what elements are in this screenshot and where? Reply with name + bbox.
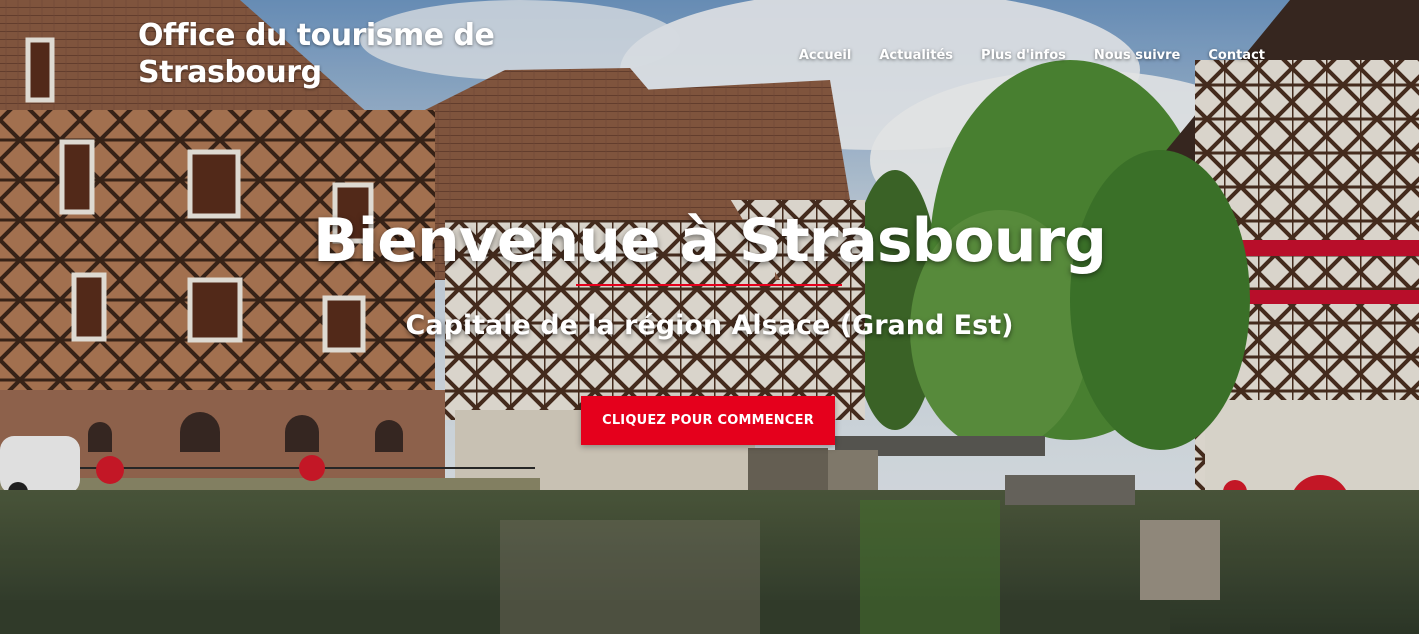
hero-subheadline: Capitale de la région Alsace (Grand Est) [405,310,1014,341]
nav-item-accueil[interactable]: Accueil [785,46,865,65]
site-title[interactable]: Office du tourisme de Strasbourg [138,17,498,91]
main-nav: Accueil Actualités Plus d'infos Nous sui… [785,46,1279,65]
start-button[interactable]: CLIQUEZ POUR COMMENCER [581,396,835,445]
headline-divider [576,284,842,286]
hero-section: Office du tourisme de Strasbourg Accueil… [0,0,1419,634]
nav-item-contact[interactable]: Contact [1194,46,1279,65]
nav-item-plus-infos[interactable]: Plus d'infos [967,46,1080,65]
hero-headline: Bienvenue à Strasbourg [312,206,1107,276]
nav-item-nous-suivre[interactable]: Nous suivre [1080,46,1194,65]
nav-item-actualites[interactable]: Actualités [865,46,967,65]
